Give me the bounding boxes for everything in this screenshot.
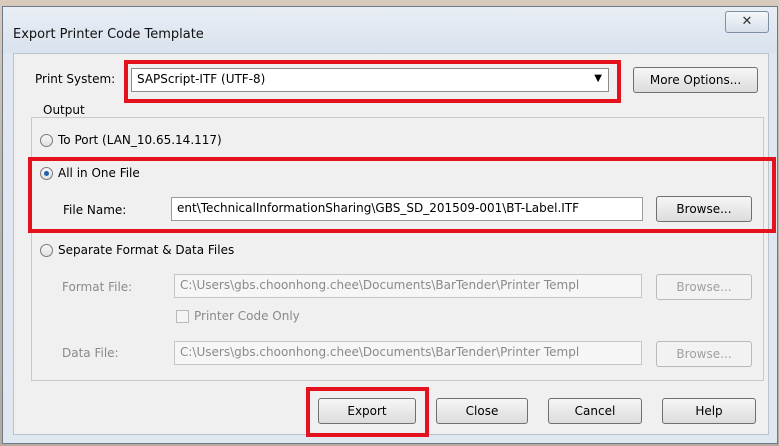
title-bar: Export Printer Code Template ✕ bbox=[3, 7, 777, 53]
file-name-input[interactable]: ent\TechnicalInformationSharing\GBS_SD_2… bbox=[171, 197, 643, 221]
dropdown-arrow-icon: ▼ bbox=[594, 73, 602, 84]
file-name-browse-button[interactable]: Browse... bbox=[656, 196, 752, 222]
all-in-one-label: All in One File bbox=[58, 166, 140, 180]
separate-files-label: Separate Format & Data Files bbox=[58, 243, 235, 257]
close-icon: ✕ bbox=[741, 14, 753, 29]
format-file-browse-button[interactable]: Browse... bbox=[656, 274, 752, 300]
print-system-label: Print System: bbox=[35, 72, 116, 86]
file-name-label: File Name: bbox=[63, 203, 127, 217]
printer-code-only-checkbox[interactable] bbox=[176, 310, 189, 323]
print-system-select[interactable]: SAPScript-ITF (UTF-8) ▼ bbox=[131, 68, 609, 92]
data-file-label: Data File: bbox=[62, 346, 119, 360]
close-button[interactable]: Close bbox=[436, 398, 528, 424]
all-in-one-radio[interactable] bbox=[40, 167, 53, 180]
close-window-button[interactable]: ✕ bbox=[725, 11, 769, 33]
output-group-title: Output bbox=[40, 103, 88, 117]
data-file-input[interactable]: C:\Users\gbs.choonhong.chee\Documents\Ba… bbox=[174, 341, 642, 365]
to-port-label: To Port (LAN_10.65.14.117) bbox=[58, 133, 222, 147]
printer-code-only-label: Printer Code Only bbox=[194, 309, 300, 323]
cancel-button[interactable]: Cancel bbox=[548, 398, 642, 424]
data-file-browse-button[interactable]: Browse... bbox=[656, 341, 752, 367]
print-system-value: SAPScript-ITF (UTF-8) bbox=[137, 72, 266, 86]
more-options-button[interactable]: More Options... bbox=[633, 67, 758, 93]
dialog-title: Export Printer Code Template bbox=[13, 27, 204, 42]
format-file-label: Format File: bbox=[62, 280, 133, 294]
separate-files-radio[interactable] bbox=[40, 244, 53, 257]
to-port-radio[interactable] bbox=[40, 134, 53, 147]
export-button[interactable]: Export bbox=[318, 398, 416, 424]
help-button[interactable]: Help bbox=[662, 398, 756, 424]
format-file-input[interactable]: C:\Users\gbs.choonhong.chee\Documents\Ba… bbox=[174, 274, 642, 298]
